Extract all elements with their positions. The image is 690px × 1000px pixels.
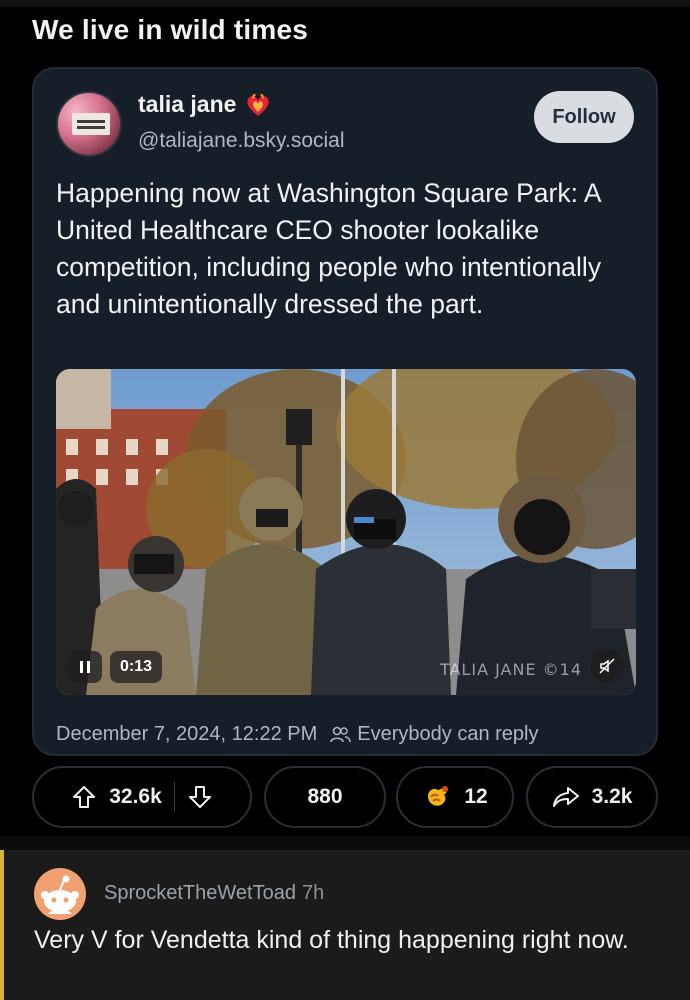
reply-setting[interactable]: Everybody can reply	[357, 723, 538, 746]
section-separator	[0, 836, 690, 850]
comment-text: Very V for Vendetta kind of thing happen…	[34, 926, 629, 954]
pause-icon	[80, 661, 90, 673]
share-button[interactable]: 3.2k	[526, 766, 658, 828]
video-time: 0:13	[110, 651, 163, 683]
video-watermark: TALIA JANE ©14	[439, 660, 582, 679]
vote-pill: 32.6k	[32, 766, 252, 828]
post-title: We live in wild times	[32, 14, 308, 45]
comment-author-line: SprocketTheWetToad 7h	[104, 882, 324, 905]
muted-speaker-icon	[599, 658, 615, 674]
embedded-post-card[interactable]: talia jane @taliajane.bsky.social Follow…	[32, 67, 658, 756]
vote-divider	[173, 782, 175, 812]
award-count: 12	[464, 785, 488, 808]
top-bar	[0, 0, 690, 7]
comment-count: 880	[307, 785, 343, 808]
video-frame	[56, 369, 636, 695]
avatar[interactable]	[56, 91, 122, 157]
people-icon	[330, 726, 351, 742]
post-meta: December 7, 2024, 12:22 PM Everybody can…	[56, 723, 538, 746]
upvote-count: 32.6k	[109, 785, 162, 808]
post-date: December 7, 2024, 12:22 PM	[56, 723, 318, 745]
commenter-avatar[interactable]	[34, 868, 86, 920]
comment: SprocketTheWetToad 7h Very V for Vendetta…	[0, 850, 690, 1000]
follow-button[interactable]: Follow	[534, 91, 634, 143]
share-count: 3.2k	[591, 785, 633, 808]
comment-time: 7h	[301, 882, 325, 904]
comment-author[interactable]: SprocketTheWetToad	[104, 882, 296, 904]
video-controls: 0:13	[68, 651, 163, 683]
upvote-icon[interactable]	[71, 784, 97, 810]
author-name-row: talia jane	[138, 91, 272, 118]
award-button[interactable]: 12	[396, 766, 514, 828]
snoo-avatar-icon	[41, 875, 79, 914]
downvote-icon[interactable]	[187, 784, 213, 810]
award-icon	[428, 786, 449, 806]
action-bar: 32.6k 880 12 3.2k	[32, 766, 658, 828]
comments-button[interactable]: 880	[264, 766, 386, 828]
post-body-text: Happening now at Washington Square Park:…	[56, 178, 602, 319]
share-icon	[552, 787, 579, 807]
mute-button[interactable]	[590, 649, 624, 683]
video-player[interactable]: 0:13 TALIA JANE ©14	[56, 369, 636, 695]
pause-button[interactable]	[68, 651, 102, 683]
author-display-name[interactable]: talia jane	[138, 91, 236, 118]
avatar-sign	[72, 113, 110, 135]
flaming-heart-icon	[247, 93, 270, 116]
author-handle[interactable]: @taliajane.bsky.social	[138, 129, 345, 153]
